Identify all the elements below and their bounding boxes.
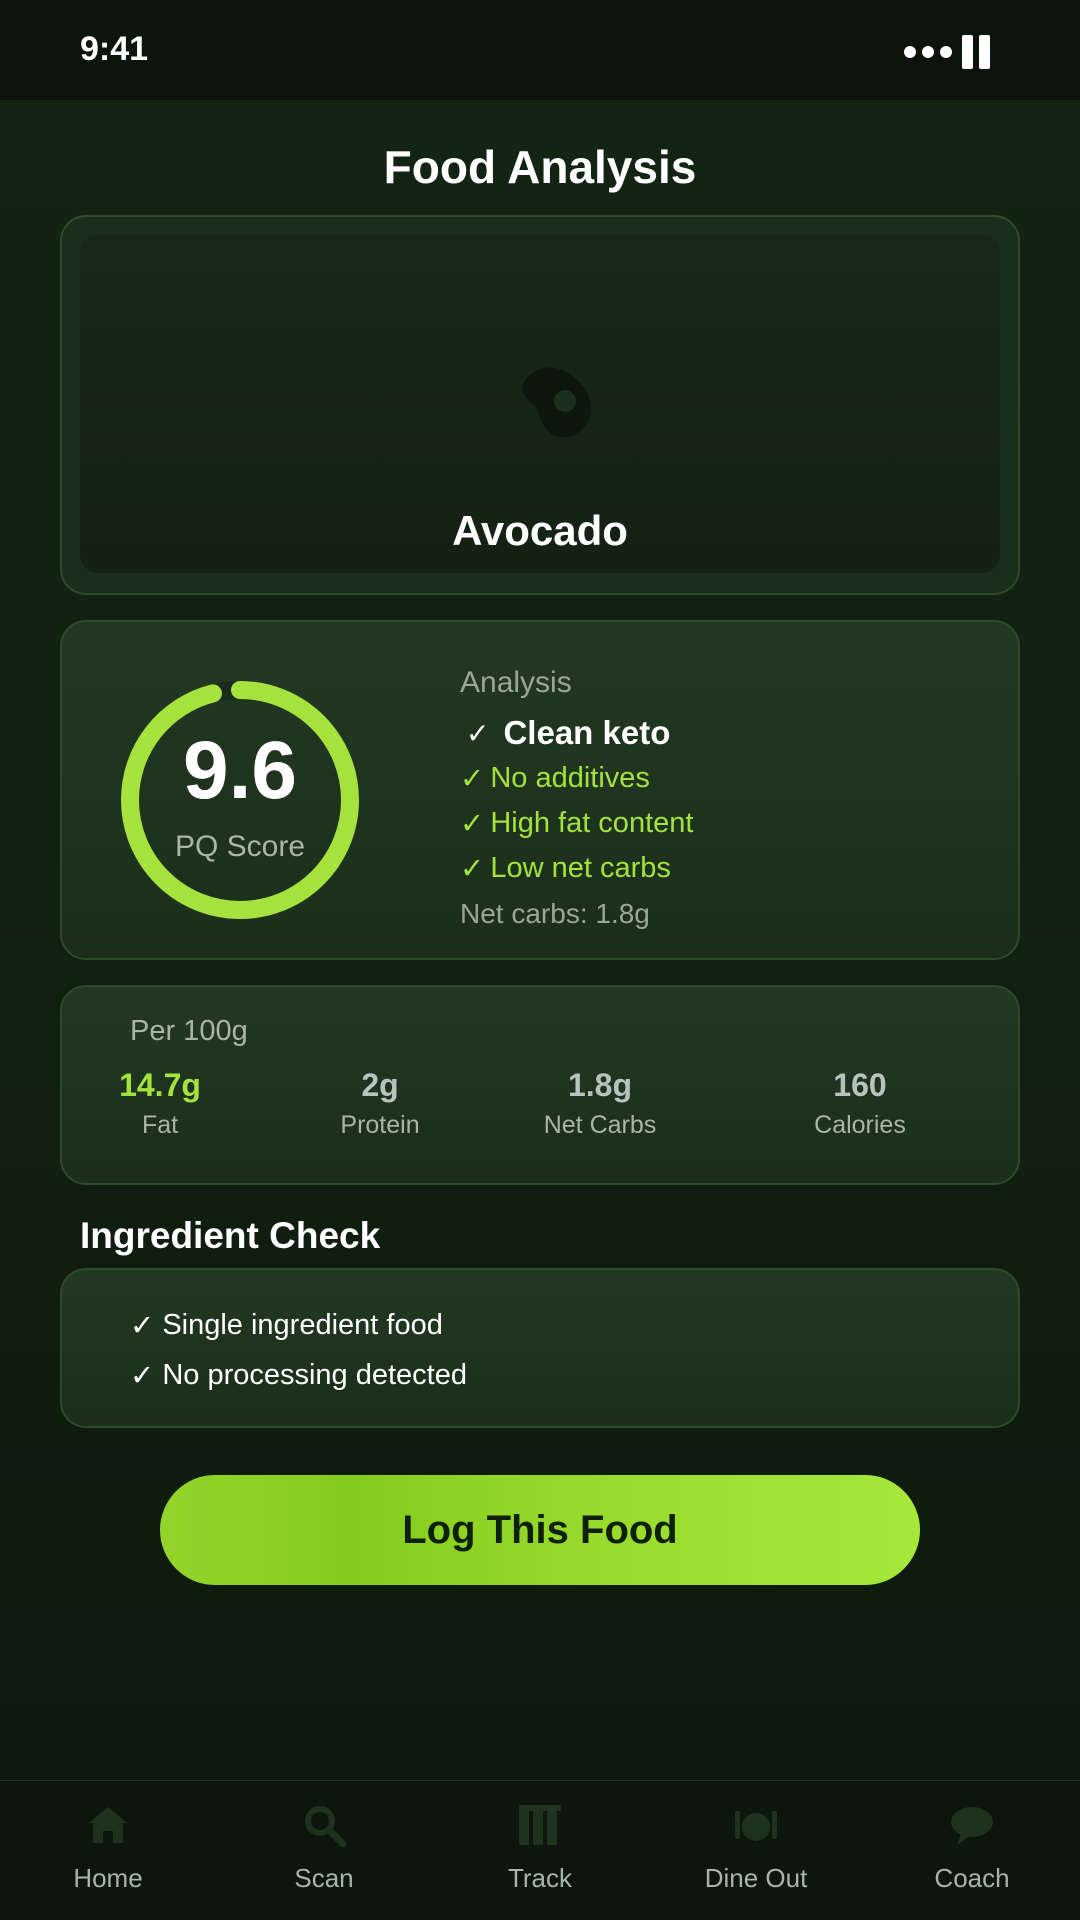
macro-net-carbs: 1.8g Net Carbs <box>500 1063 700 1143</box>
nav-item-track[interactable]: Track <box>432 1781 648 1920</box>
per-100g-label: Per 100g <box>130 1015 248 1047</box>
bottom-nav: Home Scan Track Dine Out Coach <box>0 1780 1080 1920</box>
food-name: Avocado <box>452 507 628 554</box>
analysis-item: ✓ Low net carbs <box>460 846 693 891</box>
analysis-item-label: High fat content <box>490 807 694 839</box>
analysis-verdict-label: Clean keto <box>503 714 671 751</box>
status-time: 9:41 <box>80 30 149 68</box>
log-food-button[interactable]: Log This Food <box>160 1475 920 1585</box>
macro-label: Net Carbs <box>543 1111 657 1139</box>
page-title: Food Analysis <box>383 141 697 193</box>
food-image[interactable]: Avocado <box>80 235 1000 573</box>
macro-fat: 14.7g Fat <box>60 1063 260 1143</box>
analysis-item: ✓ No additives <box>460 756 693 801</box>
nav-label: Track <box>507 1863 573 1893</box>
analysis-item-label: Low net carbs <box>490 852 671 884</box>
chat-icon <box>951 1807 993 1845</box>
nav-label: Coach <box>934 1863 1010 1893</box>
check-icon: ✓ <box>460 808 485 840</box>
list-item: ✓ No processing detected <box>130 1350 467 1400</box>
analysis-item-label: No additives <box>490 762 650 794</box>
macro-value: 14.7g <box>119 1067 201 1103</box>
list-item: ✓ Single ingredient food <box>130 1300 467 1350</box>
nav-label: Home <box>73 1863 143 1893</box>
analysis-verdict: ✓ Clean keto <box>460 710 693 756</box>
search-icon <box>305 1806 347 1848</box>
analysis-panel: Analysis ✓ Clean keto ✓ No additives ✓ H… <box>460 666 693 936</box>
analysis-item: ✓ High fat content <box>460 801 693 846</box>
check-icon: ✓ <box>466 717 490 749</box>
nutrition-card: Per 100g 14.7g Fat 2g Protein 1.8g Net C… <box>60 985 1020 1185</box>
signal-icon <box>904 46 952 58</box>
ingredient-check-title: Ingredient Check <box>80 1215 381 1256</box>
nav-item-coach[interactable]: Coach <box>864 1781 1080 1920</box>
dining-icon <box>735 1811 777 1841</box>
net-carbs-text: Net carbs: 1.8g <box>460 897 650 929</box>
pq-score-value: 9.6 <box>183 725 297 816</box>
nav-label: Dine Out <box>704 1863 808 1893</box>
macro-value: 2g <box>361 1067 399 1103</box>
chart-icon <box>519 1805 561 1845</box>
macro-calories: 160 Calories <box>760 1063 960 1143</box>
ingredient-check-card: ✓ Single ingredient food ✓ No processing… <box>60 1268 1020 1428</box>
macro-protein: 2g Protein <box>280 1063 480 1143</box>
status-icons <box>904 34 990 70</box>
macro-value: 1.8g <box>567 1067 633 1103</box>
macro-label: Calories <box>814 1111 906 1139</box>
nav-item-home[interactable]: Home <box>0 1781 216 1920</box>
check-icon: ✓ <box>460 853 485 885</box>
analysis-heading: Analysis <box>460 666 572 699</box>
macro-label: Protein <box>340 1111 420 1139</box>
ingredient-item-label: Single ingredient food <box>162 1308 443 1341</box>
ingredient-list: ✓ Single ingredient food ✓ No processing… <box>130 1300 467 1400</box>
food-analysis-screen: 9:41 Food Analysis Avocado 9.6 PQ Score … <box>0 0 1080 1920</box>
macro-value: 160 <box>833 1067 887 1103</box>
nav-item-scan[interactable]: Scan <box>216 1781 432 1920</box>
check-icon: ✓ <box>460 763 485 795</box>
meat-icon <box>522 367 591 438</box>
macro-label: Fat <box>141 1111 179 1139</box>
home-icon <box>89 1807 127 1843</box>
score-card: 9.6 PQ Score Analysis ✓ Clean keto ✓ No … <box>60 620 1020 960</box>
check-icon: ✓ <box>130 1359 155 1392</box>
food-image-card: Avocado <box>60 215 1020 595</box>
nav-item-dine-out[interactable]: Dine Out <box>648 1781 864 1920</box>
pq-score-label: PQ Score <box>174 830 306 863</box>
nav-label: Scan <box>294 1863 354 1893</box>
status-bar: 9:41 <box>0 0 1080 100</box>
battery-icon <box>962 35 990 69</box>
ingredient-item-label: No processing detected <box>162 1358 467 1391</box>
check-icon: ✓ <box>130 1309 155 1342</box>
